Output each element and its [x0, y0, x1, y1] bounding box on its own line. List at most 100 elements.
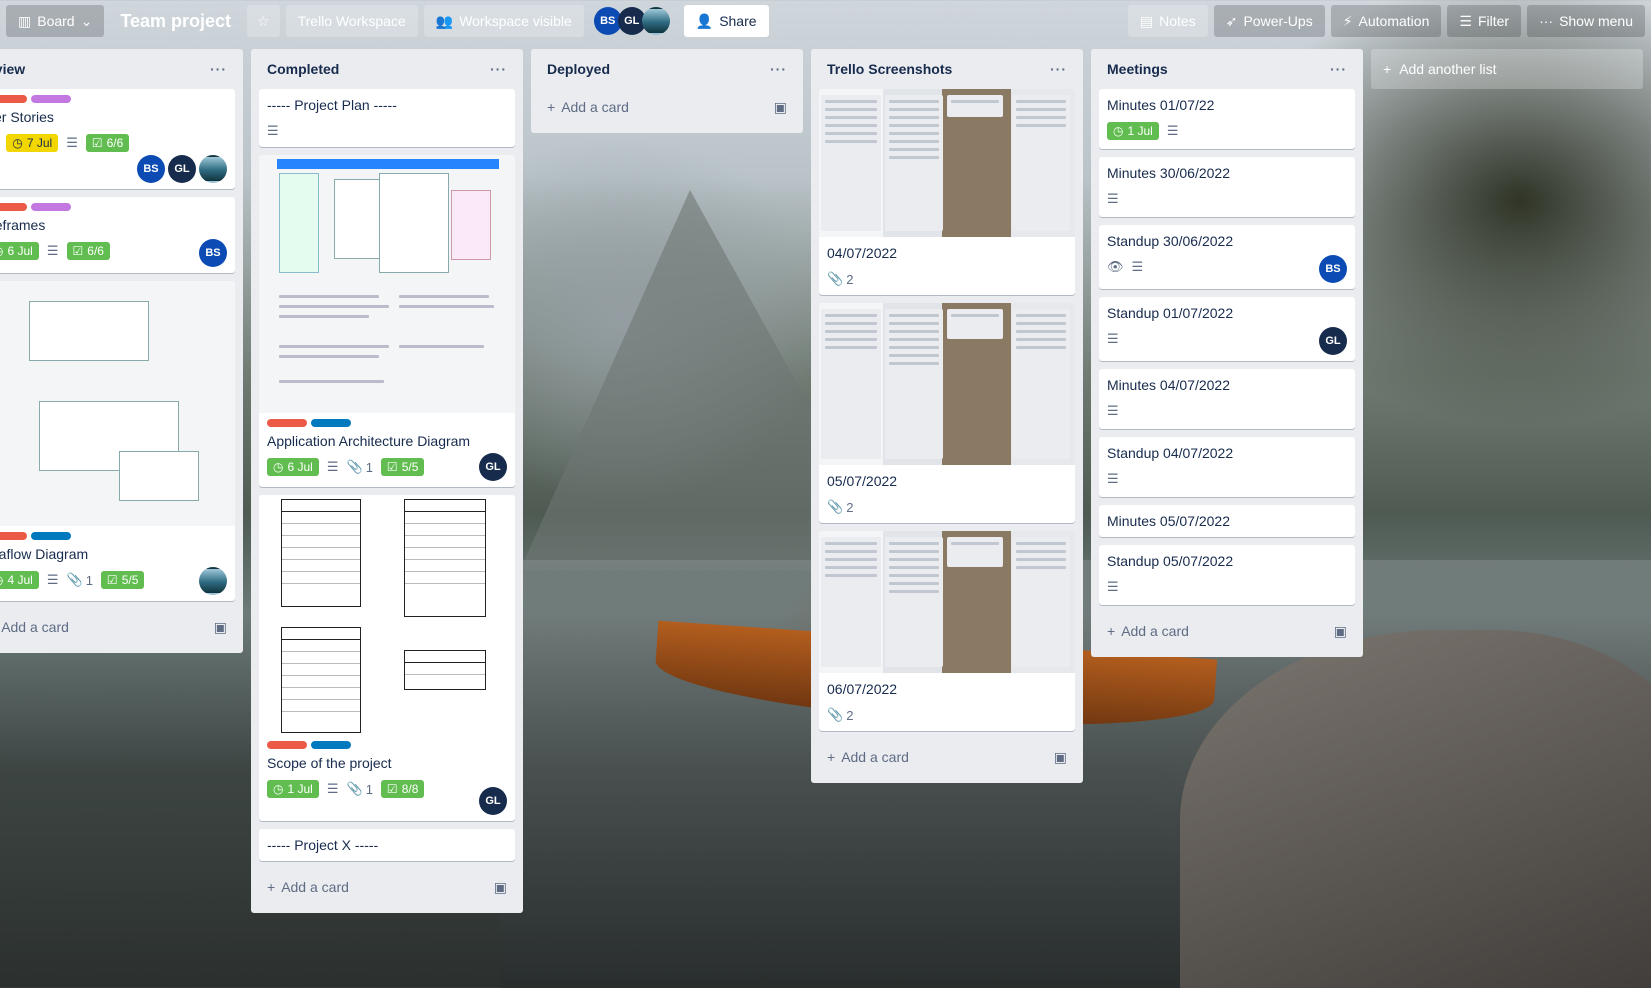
card[interactable]: Scope of the project ◷ 1 Jul ☰ 📎 1 ☑ 8/8… [259, 495, 515, 821]
star-button[interactable]: ☆ [247, 5, 280, 37]
description-icon: ☰ [1107, 191, 1119, 206]
attachment-icon: 📎 1 [346, 459, 373, 475]
add-card-button[interactable]: +Add a card ▣ [0, 609, 235, 645]
filter-button[interactable]: ☰ Filter [1447, 5, 1522, 37]
add-card-button[interactable]: +Add a card ▣ [259, 869, 515, 905]
card[interactable]: Application Architecture Diagram ◷ 6 Jul… [259, 155, 515, 487]
checklist-badge: ☑ 6/6 [66, 242, 110, 260]
card[interactable]: Minutes 04/07/2022 ☰ [1099, 369, 1355, 429]
due-date-badge[interactable]: ◷ 6 Jul [267, 458, 319, 476]
description-icon: ☰ [1131, 259, 1144, 274]
card-title: Standup 04/07/2022 [1107, 445, 1234, 461]
show-menu-label: Show menu [1559, 13, 1633, 29]
star-icon: ☆ [257, 12, 270, 29]
board-view-switcher[interactable]: ▥ Board ⌄ [6, 5, 105, 37]
template-icon[interactable]: ▣ [1334, 623, 1347, 640]
due-date-badge[interactable]: ◷ 7 Jul [6, 134, 59, 152]
card[interactable]: Minutes 01/07/22 ◷ 1 Jul ☰ [1099, 89, 1355, 149]
due-date-text: 1 Jul [1127, 124, 1153, 138]
avatar[interactable]: GL [1319, 327, 1347, 355]
description-icon: ☰ [1107, 579, 1119, 594]
card-title: Standup 01/07/2022 [1107, 305, 1234, 321]
notes-button[interactable]: ▤ Notes [1127, 5, 1208, 37]
list-header[interactable]: Completed ··· [259, 49, 515, 89]
board-icon: ▥ [18, 12, 32, 29]
card[interactable]: 04/07/2022 📎 2 [819, 89, 1075, 295]
attachment-icon: 📎 2 [827, 271, 854, 287]
list-menu-icon[interactable]: ··· [1330, 61, 1347, 77]
attachment-count: 1 [365, 459, 373, 475]
lightning-icon: ⚡ [1342, 12, 1353, 29]
list-menu-icon[interactable]: ··· [210, 61, 227, 77]
card[interactable]: ----- Project X ----- [259, 829, 515, 861]
due-date-badge[interactable]: ◷ 1 Jul [1107, 122, 1159, 140]
add-card-label: Add a card [1, 619, 69, 635]
list-menu-icon[interactable]: ··· [770, 61, 787, 77]
card[interactable]: ataflow Diagram ◷ 4 Jul ☰ 📎 1 ☑ 5/5 [0, 281, 235, 601]
list-header[interactable]: eview ··· [0, 49, 235, 89]
list-menu-icon[interactable]: ··· [490, 61, 507, 77]
add-list-label: Add another list [1399, 61, 1497, 77]
add-card-button[interactable]: +Add a card ▣ [539, 89, 795, 125]
template-icon[interactable]: ▣ [494, 879, 507, 896]
workspace-button[interactable]: Trello Workspace [285, 5, 418, 37]
powerups-button[interactable]: ➶ Power-Ups [1213, 5, 1325, 37]
automation-button[interactable]: ⚡ Automation [1330, 5, 1442, 37]
card[interactable]: Standup 04/07/2022 ☰ [1099, 437, 1355, 497]
filter-label: Filter [1477, 13, 1510, 29]
card-title: ataflow Diagram [0, 546, 89, 562]
template-icon[interactable]: ▣ [1054, 749, 1067, 766]
card[interactable]: Minutes 30/06/2022 ☰ [1099, 157, 1355, 217]
card[interactable]: 06/07/2022 📎 2 [819, 531, 1075, 731]
add-card-label: Add a card [281, 879, 349, 895]
avatar[interactable]: BS [1319, 255, 1347, 283]
attachment-count: 2 [846, 707, 854, 723]
add-card-button[interactable]: +Add a card ▣ [1099, 613, 1355, 649]
card[interactable]: Minutes 05/07/2022 [1099, 505, 1355, 537]
template-icon[interactable]: ▣ [214, 619, 227, 636]
list-header[interactable]: Deployed ··· [539, 49, 795, 89]
due-date-badge[interactable]: ◷ 6 Jul [0, 242, 39, 260]
avatar[interactable]: BS [137, 155, 165, 183]
due-date-badge[interactable]: ◷ 1 Jul [267, 780, 319, 798]
checklist-text: 8/8 [401, 782, 419, 796]
avatar[interactable]: GL [479, 787, 507, 815]
label-red [267, 419, 307, 427]
card-title: Minutes 01/07/22 [1107, 97, 1215, 113]
description-icon: ☰ [1166, 123, 1179, 138]
avatar[interactable]: GL [479, 453, 507, 481]
label-red [0, 203, 27, 211]
avatar[interactable]: GL [168, 155, 196, 183]
card[interactable]: 05/07/2022 📎 2 [819, 303, 1075, 523]
checklist-text: 5/5 [121, 573, 139, 587]
show-menu-button[interactable]: ··· Show menu [1527, 5, 1645, 37]
due-date-text: 6 Jul [287, 460, 313, 474]
card-cover-image [819, 89, 1075, 237]
avatar[interactable] [641, 7, 670, 35]
list-deployed: Deployed ··· + Add a card ▣ [531, 49, 803, 133]
avatar[interactable]: BS [199, 239, 227, 267]
plus-icon: + [1383, 61, 1392, 77]
card[interactable]: Standup 05/07/2022 ☰ [1099, 545, 1355, 605]
list-menu-icon[interactable]: ··· [1050, 61, 1067, 77]
due-date-badge[interactable]: ◷ 4 Jul [0, 571, 39, 589]
avatar[interactable] [199, 567, 227, 595]
share-button[interactable]: 👤 Share [683, 5, 769, 37]
card[interactable]: ireframes ◷ 6 Jul ☰ ☑ 6/6 BS [0, 197, 235, 273]
avatar[interactable] [199, 155, 227, 183]
card-title: Minutes 04/07/2022 [1107, 377, 1230, 393]
visibility-button[interactable]: 👥 Workspace visible [423, 5, 584, 37]
add-card-button[interactable]: +Add a card ▣ [819, 739, 1075, 775]
card[interactable]: Standup 01/07/2022 ☰ GL [1099, 297, 1355, 361]
add-another-list-button[interactable]: + Add another list [1371, 49, 1643, 89]
list-header[interactable]: Trello Screenshots ··· [819, 49, 1075, 89]
card[interactable]: Standup 30/06/2022 👁 ☰ BS [1099, 225, 1355, 289]
template-icon[interactable]: ▣ [774, 99, 787, 116]
card[interactable]: ser Stories ◷ ◷ 7 Jul ☰ ☑ 6/6 BS GL [0, 89, 235, 189]
description-icon: ☰ [1107, 471, 1119, 486]
due-date-text: 4 Jul [7, 573, 33, 587]
list-header[interactable]: Meetings ··· [1099, 49, 1355, 89]
label-red [0, 532, 27, 540]
board-title[interactable]: Team project [110, 11, 241, 32]
card[interactable]: ----- Project Plan ----- ☰ [259, 89, 515, 147]
